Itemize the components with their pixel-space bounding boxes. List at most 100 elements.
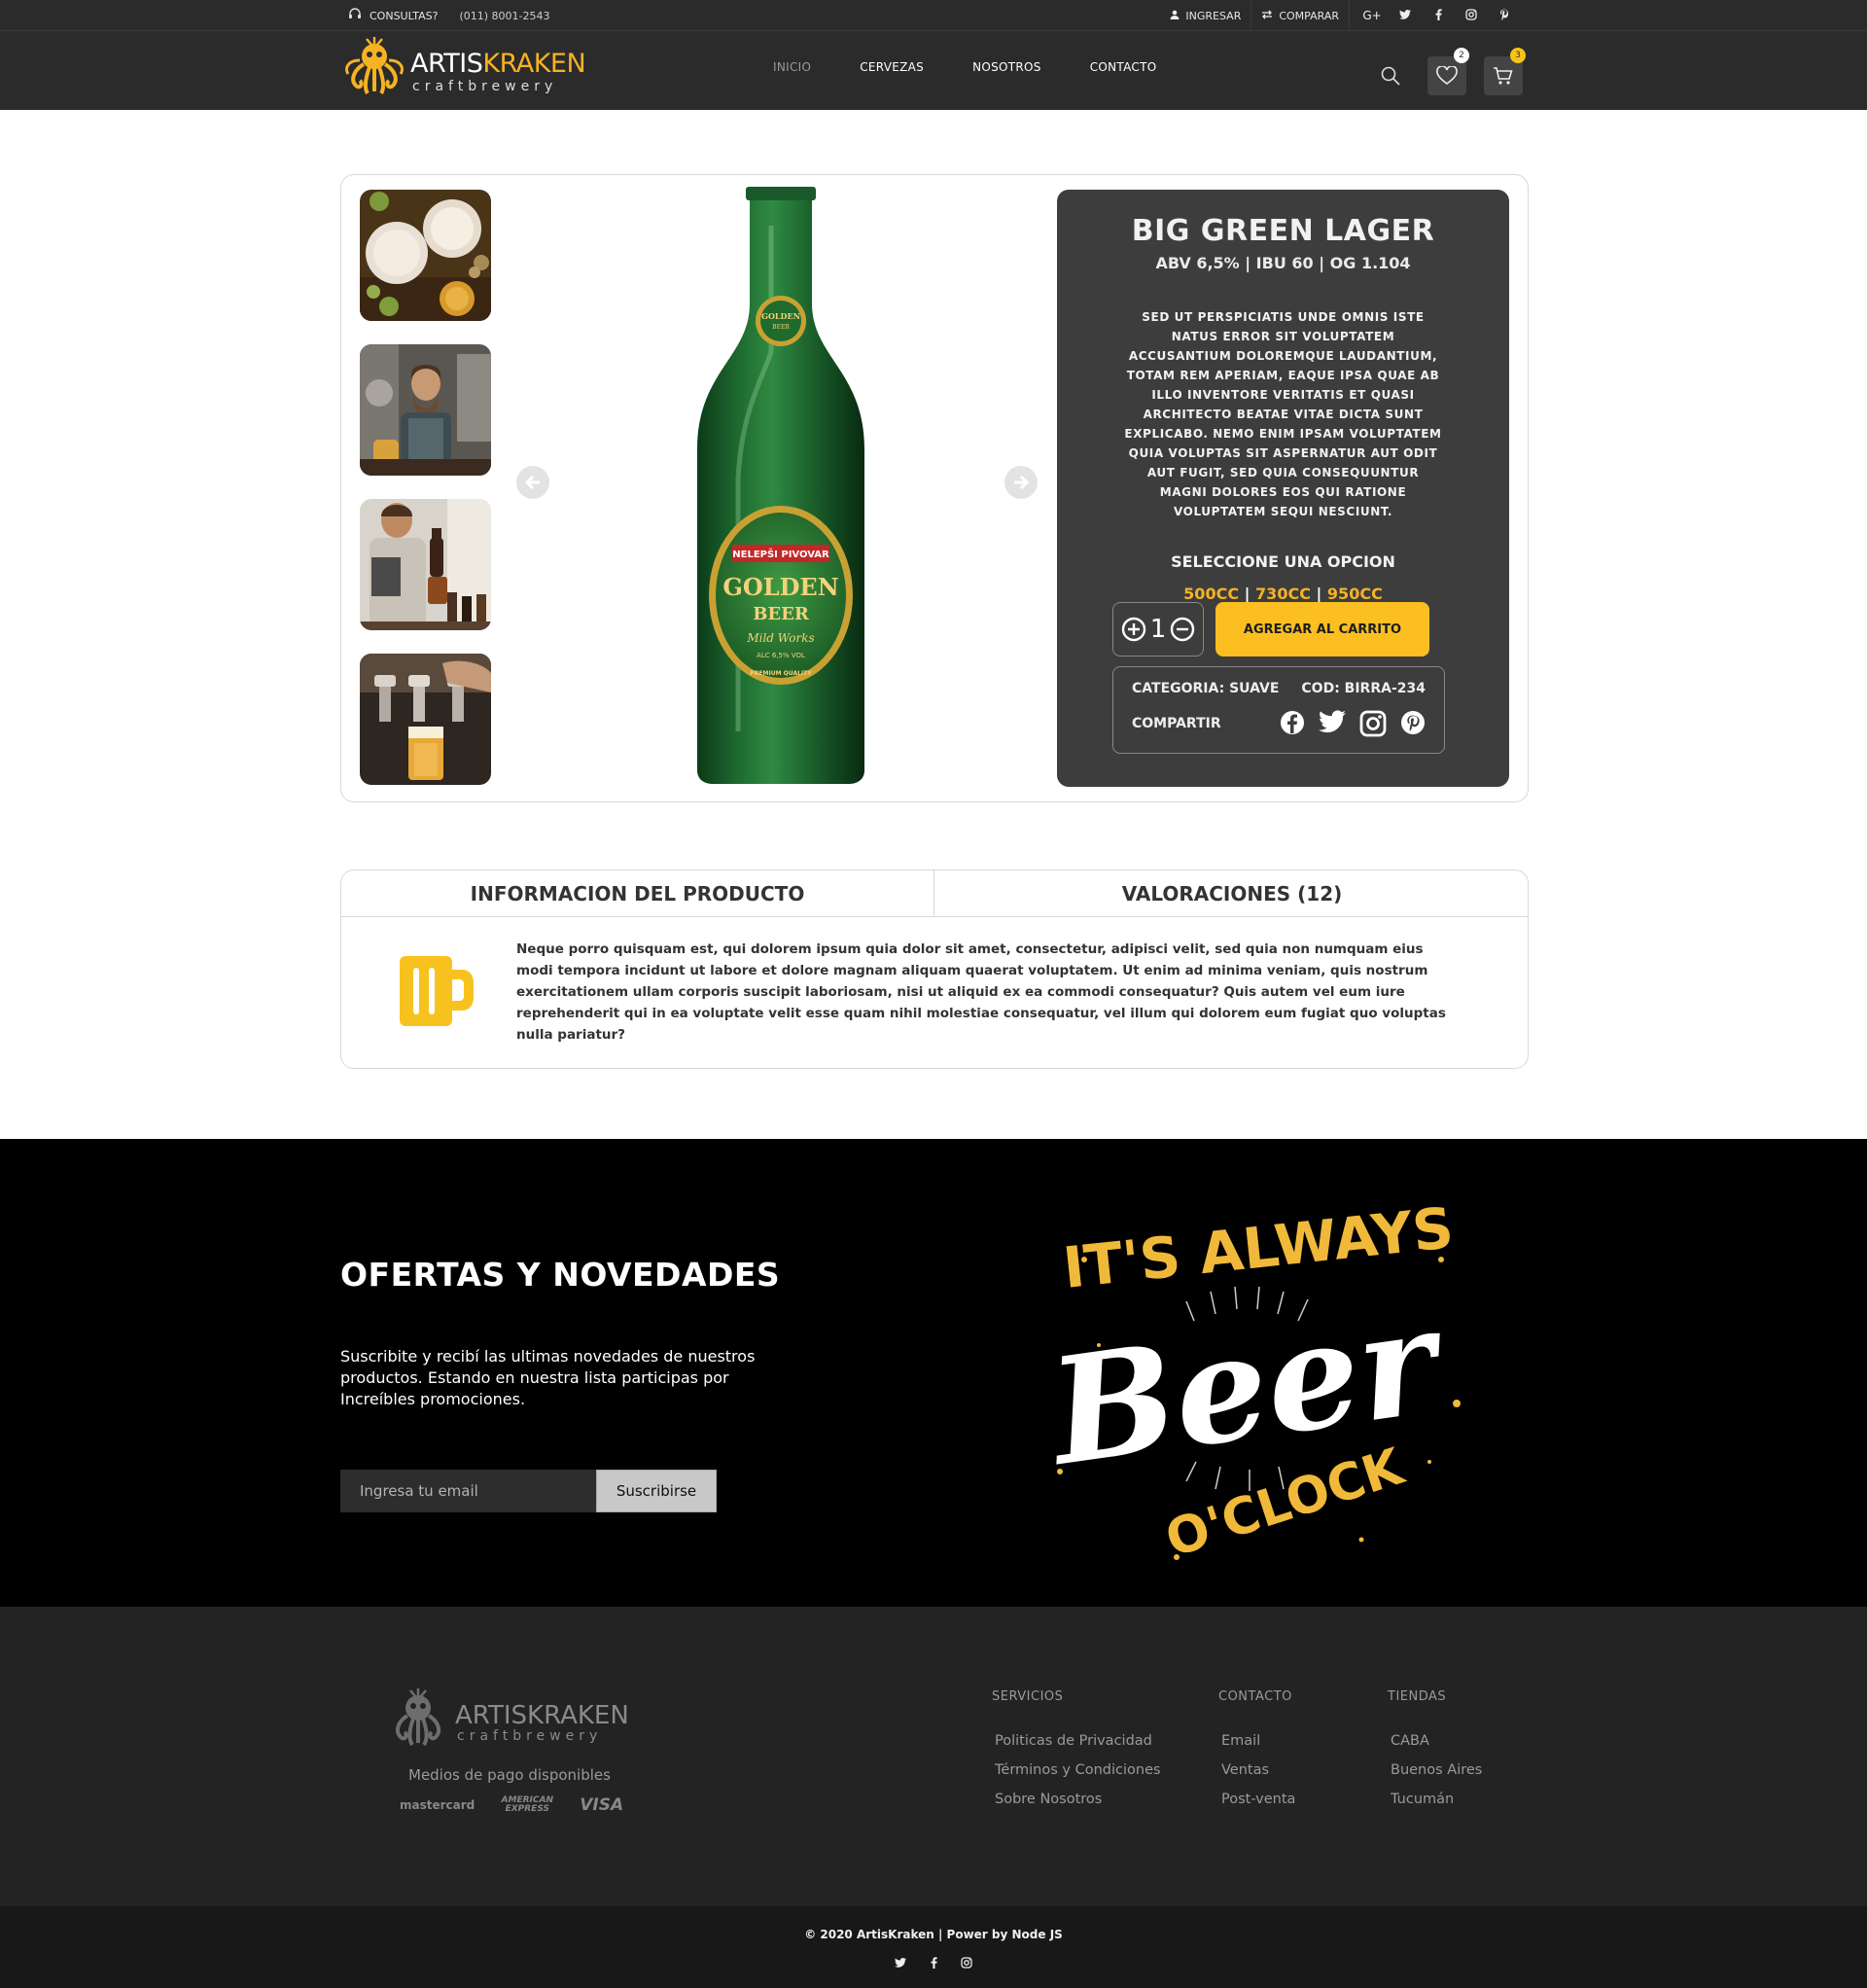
thumbnail-beer-glasses[interactable] xyxy=(360,190,491,321)
login-link[interactable]: INGRESAR xyxy=(1160,0,1251,31)
thumbnail-beer-tap[interactable] xyxy=(360,654,491,785)
footer-link-privacidad[interactable]: Politicas de Privacidad xyxy=(995,1733,1161,1749)
product-tabs: INFORMACION DEL PRODUCTO VALORACIONES (1… xyxy=(340,870,1529,1069)
footer-link-nosotros[interactable]: Sobre Nosotros xyxy=(995,1792,1161,1807)
brewer-photo xyxy=(360,344,491,476)
compare-link[interactable]: COMPARAR xyxy=(1251,0,1349,31)
option-730cc[interactable]: 730CC xyxy=(1255,585,1311,603)
decrease-quantity-button[interactable] xyxy=(1170,617,1195,642)
facebook-share-icon[interactable] xyxy=(1280,710,1305,737)
footer-col-tiendas: TIENDAS CABA Buenos Aires Tucumán xyxy=(1388,1689,1482,1821)
twitter-icon[interactable] xyxy=(894,1957,907,1971)
label-type-text: BEER xyxy=(753,604,810,624)
product-description: SED UT PERSPICIATIS UNDE OMNIS ISTE NATU… xyxy=(1124,310,1442,518)
footer-link-buenos-aires[interactable]: Buenos Aires xyxy=(1391,1762,1482,1778)
footer-col-servicios: SERVICIOS Politicas de Privacidad Términ… xyxy=(992,1689,1161,1821)
footer-logo[interactable]: ARTISKRAKEN craftbrewery xyxy=(387,1685,630,1757)
plus-circle-icon xyxy=(1121,617,1145,642)
facebook-icon[interactable] xyxy=(1422,8,1455,23)
option-500cc[interactable]: 500CC xyxy=(1183,585,1239,603)
heart-icon xyxy=(1436,66,1458,85)
option-separator: | xyxy=(1239,585,1256,603)
product-meta-box: CATEGORIA: SUAVE COD: BIRRA-234 COMPARTI… xyxy=(1112,666,1445,754)
footer-link-tucuman[interactable]: Tucumán xyxy=(1391,1792,1482,1807)
footer-link-terminos[interactable]: Términos y Condiciones xyxy=(995,1762,1161,1778)
beer-tap-photo xyxy=(360,654,491,785)
footer-col-title: TIENDAS xyxy=(1388,1689,1447,1704)
bottom-social-links xyxy=(0,1957,1867,1971)
footer-logo-sub: craftbrewery xyxy=(457,1728,602,1744)
newsletter-title: OFERTAS Y NOVEDADES xyxy=(340,1256,781,1294)
product-info-text: Neque porro quisquam est, qui dolorem ip… xyxy=(516,941,1446,1043)
logo-wordmark: ARTISKRAKEN xyxy=(410,49,586,79)
visa-logo: VISA xyxy=(580,1795,624,1815)
user-icon xyxy=(1170,10,1180,22)
product-main-image: GOLDEN BEER NELEPŠI PIVOVAR GOLDEN BEER … xyxy=(684,187,878,784)
increase-quantity-button[interactable] xyxy=(1121,617,1146,642)
add-to-cart-button[interactable]: AGREGAR AL CARRITO xyxy=(1215,602,1429,657)
nav-item-cervezas[interactable]: CERVEZAS xyxy=(835,60,948,74)
minus-circle-icon xyxy=(1171,617,1195,642)
google-plus-icon[interactable]: G+ xyxy=(1356,9,1389,22)
footer-col-title: SERVICIOS xyxy=(992,1689,1064,1704)
product-info-panel: BIG GREEN LAGER ABV 6,5% | IBU 60 | OG 1… xyxy=(1057,190,1509,787)
beer-mug-icon xyxy=(400,954,476,1032)
facebook-icon[interactable] xyxy=(927,1957,940,1971)
label-brand-text: GOLDEN xyxy=(722,573,838,601)
next-image-button[interactable] xyxy=(1004,466,1038,499)
logo-subtitle: craftbrewery xyxy=(412,79,558,94)
nav-item-contacto[interactable]: CONTACTO xyxy=(1066,60,1181,74)
tab-reviews[interactable]: VALORACIONES (12) xyxy=(934,870,1528,917)
prev-image-button[interactable] xyxy=(516,466,549,499)
top-actions: INGRESAR COMPARAR G+ xyxy=(1160,0,1521,31)
share-label: COMPARTIR xyxy=(1132,716,1221,731)
email-input[interactable] xyxy=(340,1470,596,1512)
cart-icon xyxy=(1494,67,1513,85)
product-specs: ABV 6,5% | IBU 60 | OG 1.104 xyxy=(1155,254,1411,272)
thumbnail-bartender[interactable] xyxy=(360,499,491,630)
newsletter-section: OFERTAS Y NOVEDADES Suscribite y recibí … xyxy=(0,1139,1867,1607)
wishlist-button[interactable]: 2 xyxy=(1427,48,1469,95)
site-logo[interactable]: ARTISKRAKEN craftbrewery xyxy=(342,35,586,99)
logo-word-kraken: KRAKEN xyxy=(482,49,586,79)
tab-product-info[interactable]: INFORMACION DEL PRODUCTO xyxy=(341,870,934,917)
compare-icon xyxy=(1261,10,1273,22)
bottom-bar: © 2020 ArtisKraken | Power by Node JS xyxy=(0,1906,1867,1988)
search-button[interactable] xyxy=(1371,56,1410,95)
thumbnail-brewer[interactable] xyxy=(360,344,491,476)
cart-count-badge: 3 xyxy=(1510,48,1526,63)
mastercard-logo: mastercard xyxy=(400,1798,476,1812)
footer-link-postventa[interactable]: Post-venta xyxy=(1221,1792,1295,1807)
nav-item-nosotros[interactable]: NOSOTROS xyxy=(948,60,1066,74)
main-nav: INICIO CERVEZAS NOSOTROS CONTACTO xyxy=(749,60,1181,74)
footer-link-email[interactable]: Email xyxy=(1221,1733,1295,1749)
label-banner-text: NELEPŠI PIVOVAR xyxy=(732,548,829,560)
bartender-photo xyxy=(360,499,491,630)
payment-methods-title: Medios de pago disponibles xyxy=(408,1766,611,1784)
footer-link-caba[interactable]: CABA xyxy=(1391,1733,1482,1749)
pinterest-icon[interactable] xyxy=(1488,9,1521,23)
subscribe-button[interactable]: Suscribirse xyxy=(596,1470,717,1512)
instagram-icon[interactable] xyxy=(1455,8,1488,23)
pinterest-share-icon[interactable] xyxy=(1400,710,1426,737)
option-separator: | xyxy=(1310,585,1327,603)
cart-button[interactable]: 3 xyxy=(1484,48,1526,95)
twitter-share-icon[interactable] xyxy=(1319,710,1346,737)
logo-word-artis: ARTIS xyxy=(410,49,483,79)
payment-methods: mastercard AMERICAN EXPRESS VISA xyxy=(400,1795,623,1815)
twitter-icon[interactable] xyxy=(1389,9,1422,22)
footer-link-ventas[interactable]: Ventas xyxy=(1221,1762,1295,1778)
phone-number[interactable]: (011) 8001-2543 xyxy=(459,10,549,22)
instagram-share-icon[interactable] xyxy=(1359,710,1387,737)
size-options: 500CC | 730CC | 950CC xyxy=(1057,585,1509,603)
top-social-links: G+ xyxy=(1349,0,1521,31)
headset-icon xyxy=(348,7,362,24)
option-950cc[interactable]: 950CC xyxy=(1327,585,1383,603)
instagram-icon[interactable] xyxy=(960,1957,973,1971)
nav-item-inicio[interactable]: INICIO xyxy=(749,60,835,74)
amex-logo: AMERICAN EXPRESS xyxy=(501,1795,553,1814)
search-icon xyxy=(1381,66,1400,86)
product-title: BIG GREEN LAGER xyxy=(1131,214,1435,248)
neck-label-type: BEER xyxy=(772,324,790,331)
compare-label: COMPARAR xyxy=(1279,9,1339,22)
